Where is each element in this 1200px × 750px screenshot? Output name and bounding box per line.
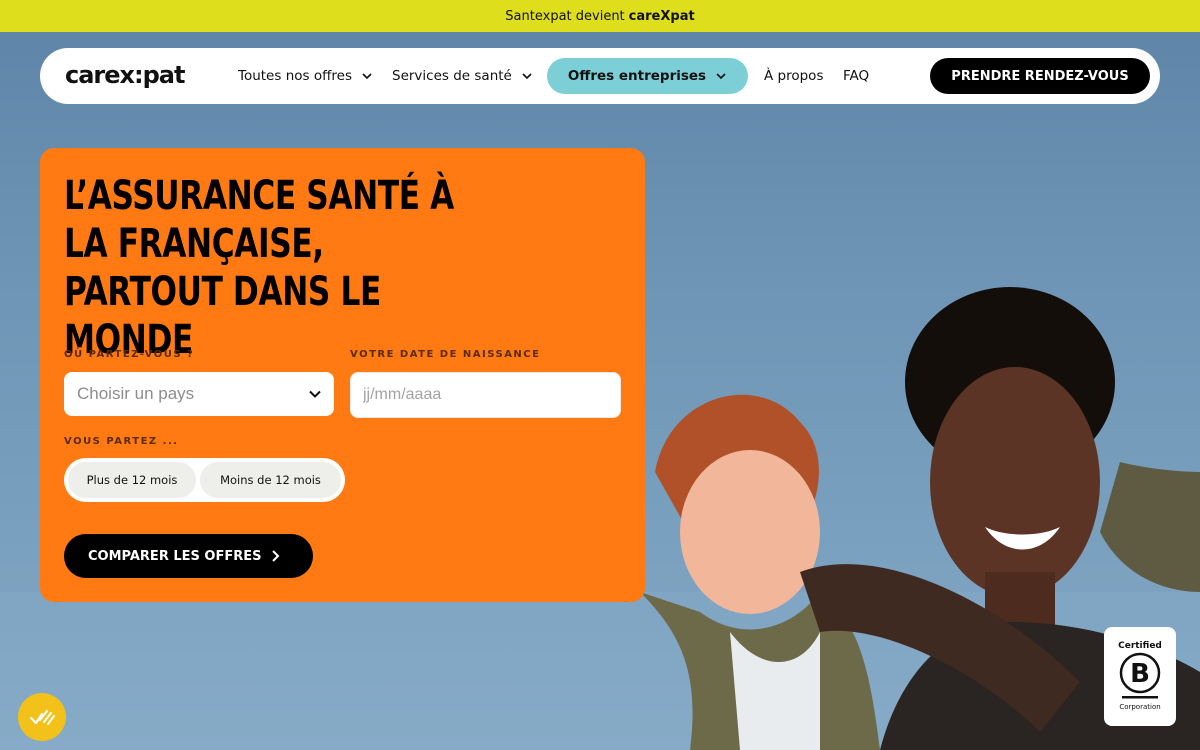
b-corp-corporation-text: Corporation	[1119, 703, 1161, 711]
nav-business-offers[interactable]: Offres entreprises	[547, 58, 748, 94]
svg-text:B: B	[1130, 659, 1150, 689]
country-label: OÙ PARTEZ-VOUS ?	[64, 349, 195, 360]
nav-about-label: À propos	[764, 68, 824, 84]
country-select-placeholder: Choisir un pays	[77, 384, 195, 403]
announcement-brand: careXpat	[628, 8, 695, 24]
announcement-bar: Santexpat devient careXpat	[0, 0, 1200, 32]
quote-card: L’assurance santé à la française, partou…	[40, 148, 645, 602]
nav-all-offers-label: Toutes nos offres	[238, 68, 352, 84]
chevron-down-icon	[309, 390, 321, 398]
accessibility-icon	[29, 710, 55, 725]
nav-about[interactable]: À propos	[764, 48, 823, 104]
compare-offers-button[interactable]: COMPARER LES OFFRES	[64, 534, 313, 578]
nav-all-offers[interactable]: Toutes nos offres	[238, 48, 373, 104]
nav-health-services-label: Services de santé	[392, 68, 512, 84]
duration-more-12-button[interactable]: Plus de 12 mois	[68, 462, 196, 498]
duration-label: VOUS PARTEZ ...	[64, 436, 179, 447]
b-corp-badge: Certified B Corporation	[1104, 627, 1176, 726]
announcement-prefix: Santexpat devient	[505, 8, 625, 24]
birthdate-label: VOTRE DATE DE NAISSANCE	[350, 349, 541, 360]
nav-faq-label: FAQ	[843, 68, 870, 84]
b-corp-logo-icon: B	[1119, 652, 1161, 699]
carexpat-logo[interactable]: carex:pat	[65, 61, 185, 89]
duration-toggle: Plus de 12 mois Moins de 12 mois	[64, 458, 345, 502]
chevron-down-icon	[362, 73, 372, 80]
main-navbar: carex:pat Toutes nos offres Services de …	[40, 48, 1160, 104]
b-corp-certified-text: Certified	[1118, 641, 1162, 651]
nav-health-services[interactable]: Services de santé	[392, 48, 533, 104]
nav-business-offers-label: Offres entreprises	[567, 68, 707, 84]
chevron-down-icon	[716, 73, 726, 80]
chevron-right-icon	[272, 550, 280, 562]
book-appointment-button[interactable]: PRENDRE RENDEZ-VOUS	[930, 58, 1150, 94]
hero-title: L’assurance santé à la française, partou…	[64, 173, 454, 363]
birthdate-input[interactable]	[350, 372, 621, 418]
country-select[interactable]: Choisir un pays	[64, 372, 334, 416]
accessibility-button[interactable]	[18, 693, 66, 741]
nav-faq[interactable]: FAQ	[843, 48, 869, 104]
chevron-down-icon	[522, 73, 532, 80]
compare-offers-label: COMPARER LES OFFRES	[88, 548, 262, 564]
duration-less-12-button[interactable]: Moins de 12 mois	[200, 462, 341, 498]
